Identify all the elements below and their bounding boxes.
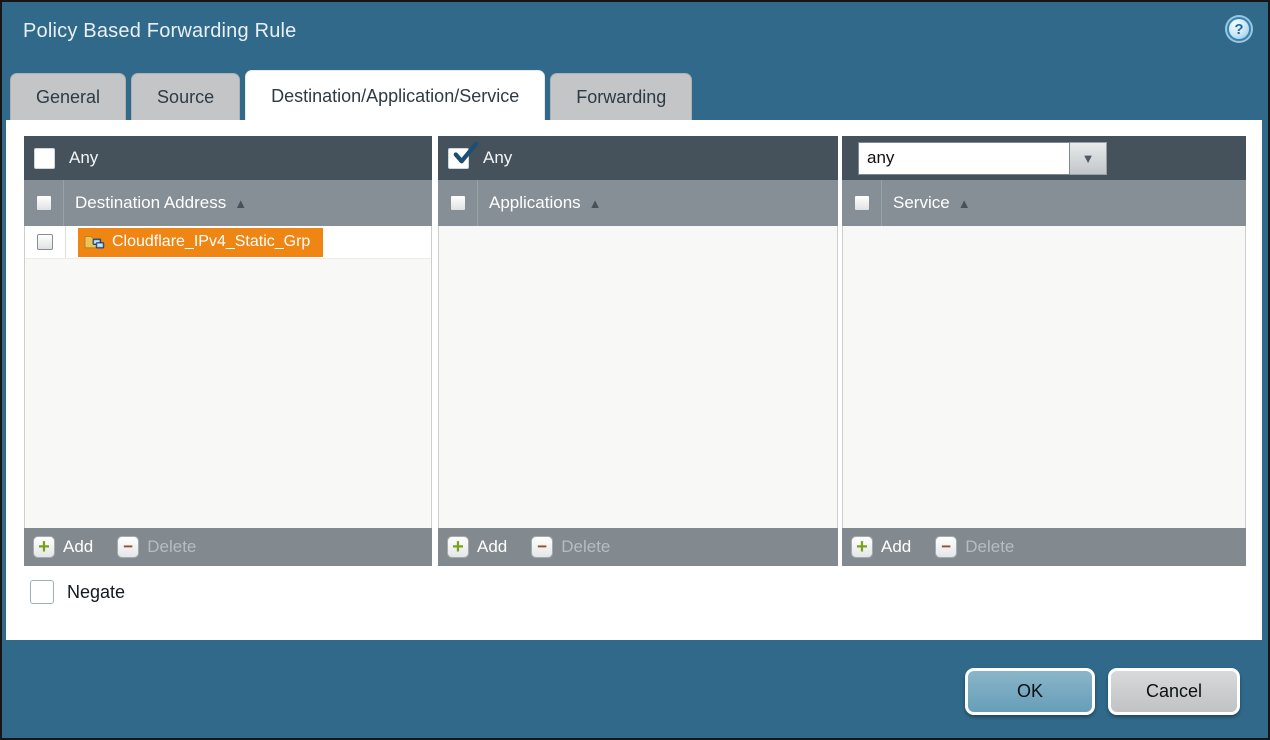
tab-bar: General Source Destination/Application/S… (10, 70, 692, 120)
destination-select-all-checkbox[interactable] (36, 195, 52, 211)
sort-asc-icon[interactable]: ▲ (958, 196, 971, 211)
service-select-all-checkbox[interactable] (854, 195, 870, 211)
pbf-rule-dialog: Policy Based Forwarding Rule ? General S… (0, 0, 1270, 740)
tab-forwarding[interactable]: Forwarding (550, 73, 692, 120)
service-column-header[interactable]: Service (893, 193, 950, 213)
applications-add-button[interactable]: + Add (447, 536, 507, 558)
destination-any-bar: Any (24, 136, 432, 180)
applications-any-label: Any (483, 148, 512, 168)
service-delete-button[interactable]: − Delete (935, 536, 1014, 558)
selected-address-group[interactable]: Cloudflare_IPv4_Static_Grp (78, 228, 323, 257)
plus-icon: + (447, 536, 469, 558)
service-column-header-row: Service ▲ (842, 180, 1246, 226)
ok-button[interactable]: OK (965, 668, 1095, 715)
chevron-down-icon: ▼ (1082, 151, 1095, 166)
dialog-title: Policy Based Forwarding Rule (23, 20, 297, 43)
destination-any-label: Any (69, 148, 98, 168)
applications-list (438, 226, 838, 528)
plus-icon: + (33, 536, 55, 558)
cancel-button[interactable]: Cancel (1108, 668, 1240, 715)
service-panel: ▼ Service ▲ + Add − Delete (842, 136, 1246, 566)
sort-asc-icon[interactable]: ▲ (234, 196, 247, 211)
destination-toolbar: + Add − Delete (24, 528, 432, 566)
applications-toolbar: + Add − Delete (438, 528, 838, 566)
check-icon (451, 141, 478, 168)
tab-content: Any Destination Address ▲ (6, 120, 1262, 640)
service-dropdown-input[interactable] (858, 142, 1070, 175)
minus-icon: − (531, 536, 553, 558)
service-toolbar: + Add − Delete (842, 528, 1246, 566)
applications-delete-button[interactable]: − Delete (531, 536, 610, 558)
destination-list: Cloudflare_IPv4_Static_Grp (24, 226, 432, 528)
destination-column-header-row: Destination Address ▲ (24, 180, 432, 226)
plus-icon: + (851, 536, 873, 558)
table-row[interactable]: Cloudflare_IPv4_Static_Grp (25, 226, 431, 259)
destination-any-checkbox[interactable] (34, 148, 55, 169)
sort-asc-icon[interactable]: ▲ (589, 196, 602, 211)
service-list (842, 226, 1246, 528)
service-dropdown-button[interactable]: ▼ (1070, 142, 1107, 175)
applications-panel: Any Applications ▲ + Add − Delete (438, 136, 838, 566)
service-add-button[interactable]: + Add (851, 536, 911, 558)
destination-column-header[interactable]: Destination Address (75, 193, 226, 213)
service-dropdown-bar: ▼ (842, 136, 1246, 180)
help-icon[interactable]: ? (1227, 17, 1251, 41)
row-checkbox[interactable] (37, 234, 53, 250)
applications-any-bar: Any (438, 136, 838, 180)
applications-select-all-checkbox[interactable] (450, 195, 466, 211)
negate-checkbox[interactable] (30, 580, 54, 604)
minus-icon: − (935, 536, 957, 558)
negate-row: Negate (30, 580, 125, 604)
minus-icon: − (117, 536, 139, 558)
applications-column-header[interactable]: Applications (489, 193, 581, 213)
service-dropdown: ▼ (858, 142, 1107, 175)
address-group-name: Cloudflare_IPv4_Static_Grp (112, 233, 310, 251)
applications-any-checkbox[interactable] (448, 148, 469, 169)
negate-label: Negate (67, 582, 125, 603)
destination-address-panel: Any Destination Address ▲ (24, 136, 432, 566)
address-group-icon (84, 234, 105, 250)
tab-destination-application-service[interactable]: Destination/Application/Service (245, 70, 545, 120)
tab-general[interactable]: General (10, 73, 126, 120)
applications-column-header-row: Applications ▲ (438, 180, 838, 226)
destination-add-button[interactable]: + Add (33, 536, 93, 558)
destination-delete-button[interactable]: − Delete (117, 536, 196, 558)
help-question-glyph: ? (1234, 21, 1243, 38)
tab-source[interactable]: Source (131, 73, 240, 120)
